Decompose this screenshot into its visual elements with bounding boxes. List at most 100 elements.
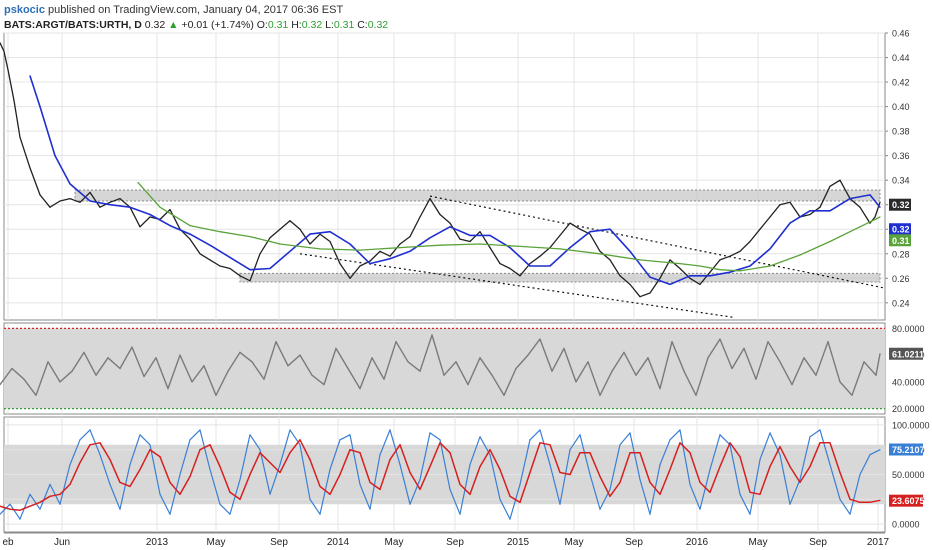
x-tick-label: Sep	[270, 537, 288, 548]
price-ma_slow-point	[639, 259, 641, 261]
stoch-stoch_d-point	[549, 444, 551, 446]
stoch-stoch_d-point	[99, 442, 101, 444]
stoch-stoch_k-point	[19, 518, 21, 520]
rsi-rsi-point	[779, 361, 781, 363]
price-price-point	[839, 179, 841, 181]
stoch-stoch_d-point	[709, 491, 711, 493]
rsi-rsi-point	[599, 394, 601, 396]
stoch-stoch_d-point	[289, 452, 291, 454]
price-price-point	[669, 259, 671, 261]
stoch-y-tick-label: 0.0000	[892, 520, 920, 530]
price-ma_fast-point	[369, 263, 371, 265]
price-price-point	[49, 206, 51, 208]
price-price-point	[489, 247, 491, 249]
stoch-stoch_k-point	[589, 473, 591, 476]
price-ma_fast-point	[749, 265, 751, 267]
rsi-rsi-point	[323, 384, 325, 386]
chart-canvas[interactable]: eb Jun 2013 May Sep 2014 May Sep 2015 May Sep 2016 M…	[0, 0, 932, 550]
stoch-stoch_k-point	[99, 454, 101, 456]
price-ma_fast-point	[529, 265, 531, 267]
price-price-point	[819, 206, 821, 208]
stoch-stoch_d-point	[449, 452, 451, 454]
price-price-point	[449, 222, 451, 224]
stoch-stoch_k-point	[789, 503, 791, 505]
stoch-stoch_d-point	[629, 452, 631, 454]
price-ma_fast-point	[309, 233, 311, 235]
stoch-stoch_d-point	[529, 471, 531, 474]
price-ma_fast-point	[249, 269, 251, 271]
stoch-stoch_k-point	[849, 513, 851, 515]
rsi-rsi-point	[71, 370, 73, 372]
price-price-point	[99, 206, 101, 208]
price-ma_fast-point	[29, 75, 31, 77]
stoch-stoch_d-point	[439, 442, 441, 444]
stoch-stoch_d-point	[789, 466, 791, 468]
price-y-tick-label: 0.38	[892, 127, 910, 137]
stoch-stoch_d-point	[129, 485, 131, 487]
price-price-point	[639, 296, 641, 298]
price-price-point	[409, 236, 411, 238]
price-price-point	[709, 271, 711, 273]
x-tick-label: May	[749, 537, 768, 548]
price-ma_fast-point	[629, 250, 631, 252]
price-ma_fast-point	[69, 183, 71, 185]
rsi-y-tick-label: 20.0000	[892, 404, 925, 414]
stoch-stoch_d-point	[849, 498, 851, 500]
stoch-stoch_k-point	[599, 508, 601, 510]
rsi-y-tick-label: 40.0000	[892, 377, 925, 387]
price-ma_slow-point	[859, 226, 861, 228]
stoch-stoch_k-point	[349, 434, 351, 436]
rsi-rsi-point	[227, 370, 229, 372]
price-price-point	[359, 265, 361, 267]
price-ma_slow-point	[137, 182, 139, 184]
price-price-point	[759, 228, 761, 230]
stoch-stoch_k-point	[489, 454, 491, 456]
stoch-stoch_d-point	[69, 483, 71, 485]
stoch-stoch_k-point	[689, 483, 691, 485]
stoch-stoch_k-point	[519, 483, 521, 485]
price-y-tick-label: 0.28	[892, 249, 910, 259]
rsi-rsi-point	[879, 353, 881, 355]
price-ma_fast-point	[289, 250, 291, 252]
stoch-stoch_k-point	[709, 468, 711, 471]
rsi-rsi-point	[119, 367, 121, 370]
stoch-stoch_d-point	[299, 439, 301, 441]
stoch-stoch_k-point	[119, 508, 121, 510]
price-price-point	[3, 50, 5, 53]
stoch-stoch_d-point	[159, 456, 161, 458]
price-price-point	[269, 237, 271, 239]
stoch-stoch_k-point	[379, 454, 381, 456]
price-price-point	[229, 267, 231, 270]
stoch-stoch_d-point	[379, 488, 381, 490]
price-ma_fast-point	[809, 210, 811, 212]
rsi-rsi-point	[455, 361, 457, 363]
price-price-point	[419, 216, 421, 218]
price-price-point	[59, 200, 61, 202]
stoch-stoch_d-point	[209, 444, 211, 446]
rsi-rsi-point	[839, 381, 841, 383]
price-price-point	[339, 263, 341, 265]
price-price-point	[859, 206, 861, 208]
price-price-point	[719, 259, 721, 261]
stoch-stoch_d-point	[809, 466, 811, 468]
stoch-stoch_k-point	[619, 444, 621, 446]
price-ma_fast-point	[589, 231, 591, 233]
stoch-stoch_k-point	[869, 454, 871, 456]
stoch-stoch_k-point	[569, 449, 571, 451]
price-ma_fast-point	[489, 234, 491, 236]
price-zone	[74, 189, 881, 202]
price-ma_fast-point	[829, 210, 831, 212]
rsi-rsi-point	[575, 381, 577, 383]
price-price-point	[309, 243, 311, 245]
price-price-point	[439, 213, 441, 216]
stoch-stoch_d-point	[389, 459, 391, 461]
stoch-stoch_d-point	[459, 483, 461, 485]
price-ma_fast-point	[669, 283, 671, 285]
price-ma_fast-point	[609, 228, 611, 230]
price-zone	[239, 272, 881, 283]
rsi-rsi-point	[299, 354, 301, 356]
stoch-stoch_d-point	[259, 452, 261, 454]
stoch-stoch_d-point	[179, 493, 181, 495]
rsi-rsi-point	[503, 394, 505, 396]
price-y-tick-label: 0.40	[892, 102, 910, 112]
